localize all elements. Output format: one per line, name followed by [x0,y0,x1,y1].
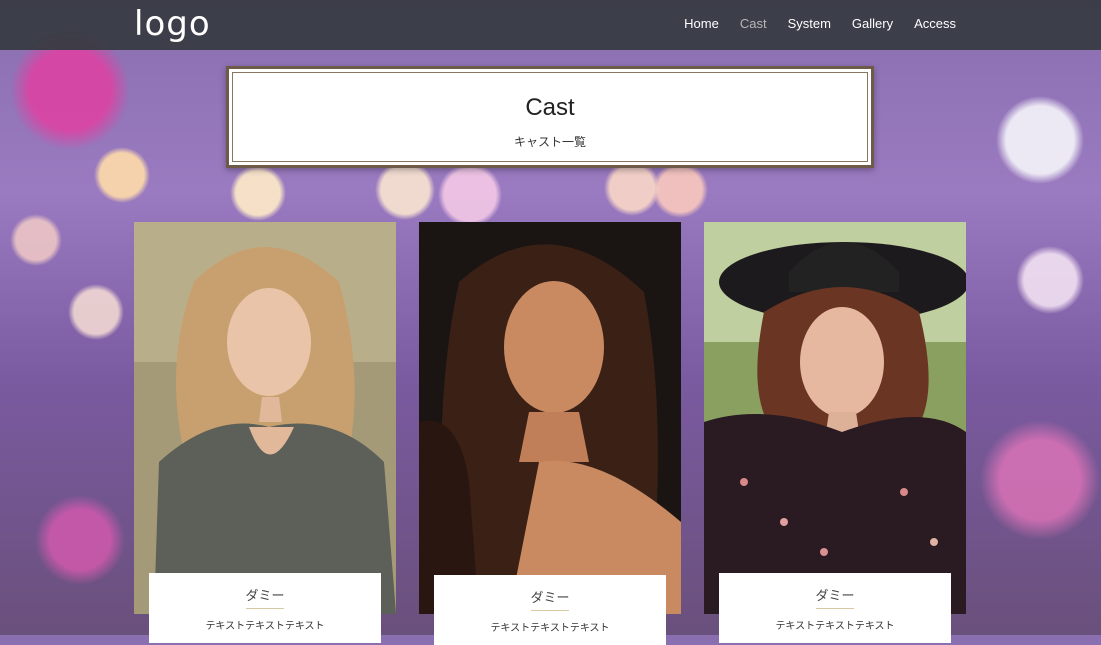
caption-divider [246,608,284,609]
page-subtitle: キャスト一覧 [513,135,586,149]
nav-gallery[interactable]: Gallery [852,16,893,31]
cast-description: テキストテキストテキスト [490,623,610,634]
main-nav: Home Cast System Gallery Access [684,16,956,31]
cast-card[interactable]: ダミー テキストテキストテキスト [419,222,681,645]
cast-caption: ダミー テキストテキストテキスト [149,573,381,643]
cast-description: テキストテキストテキスト [205,621,325,632]
nav-home[interactable]: Home [684,16,719,31]
page-title-box: Cast キャスト一覧 [226,66,874,168]
cast-photo[interactable] [704,222,966,614]
page-title: Cast [525,94,575,121]
nav-access[interactable]: Access [914,16,956,31]
caption-divider [531,610,569,611]
cast-photo[interactable] [419,222,681,614]
cast-photo[interactable] [134,222,396,614]
site-logo[interactable]: logo [134,4,211,44]
cast-card[interactable]: ダミー テキストテキストテキスト [704,222,966,643]
cast-name: ダミー [815,589,855,604]
cast-description: テキストテキストテキスト [775,621,895,632]
cast-name: ダミー [245,589,285,604]
nav-system[interactable]: System [788,16,831,31]
cast-caption: ダミー テキストテキストテキスト [719,573,951,643]
cast-card[interactable]: ダミー テキストテキストテキスト [134,222,396,643]
nav-cast[interactable]: Cast [740,16,767,31]
cast-name: ダミー [530,591,570,606]
site-header: logo Home Cast System Gallery Access [0,0,1101,50]
caption-divider [816,608,854,609]
